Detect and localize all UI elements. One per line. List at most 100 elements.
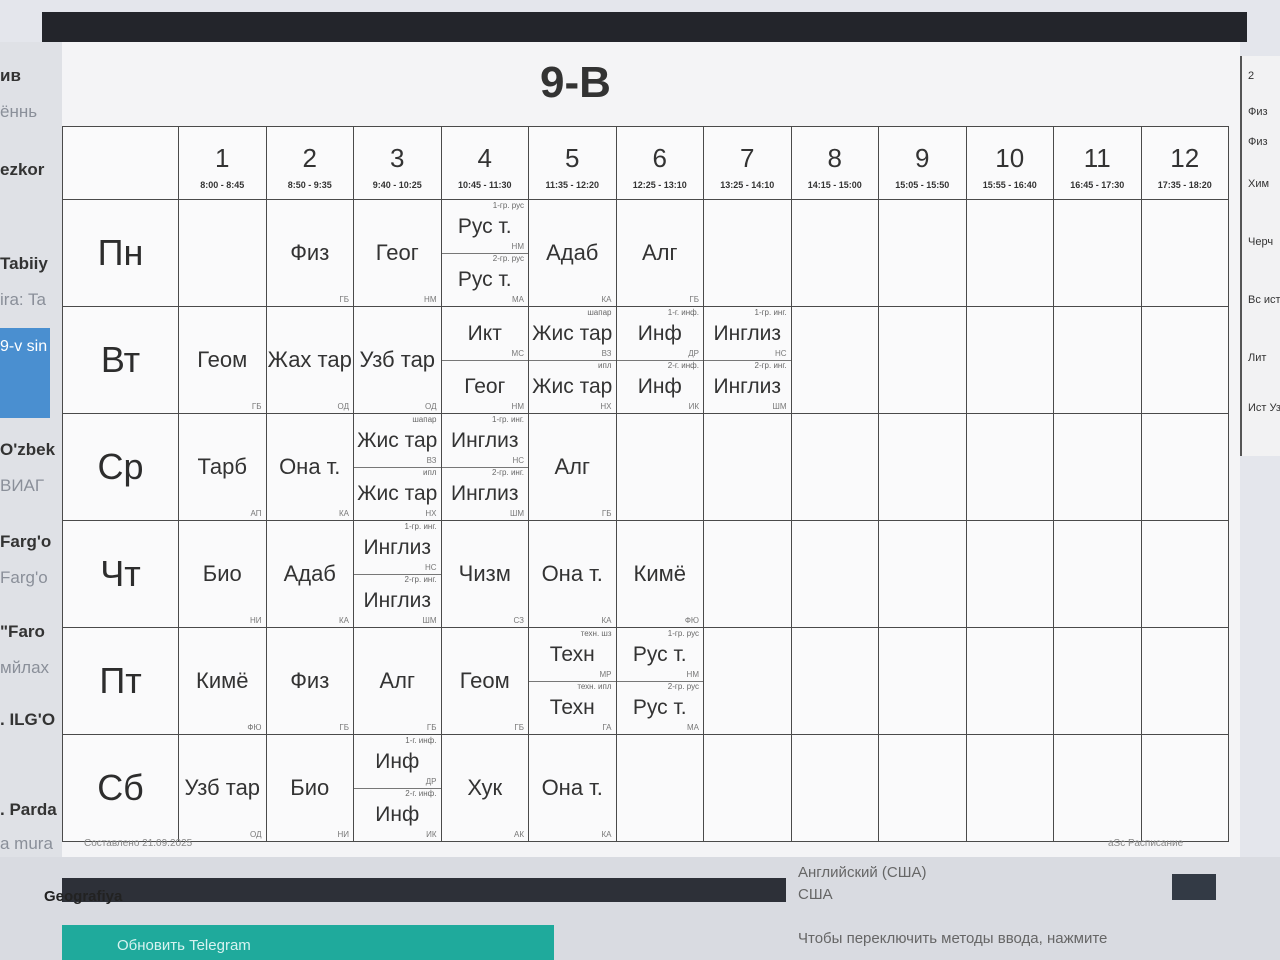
day-row-thu: Чт Био НИ Адаб КА 1-гр. инг. Инглиз НС 2-гр.…	[62, 520, 1229, 628]
empty-cell	[1140, 520, 1229, 628]
empty-cell	[703, 520, 792, 628]
lesson-cell: Био НИ	[178, 520, 267, 628]
lesson-cell: Геом ГБ	[178, 306, 267, 414]
side-timetable-preview: 2 Физ Физ Хим Черч Вс ист Лит Ист Узб	[1240, 56, 1280, 456]
split-lesson-cell: Икт МС Геог НМ	[440, 306, 529, 414]
chat-item-text[interactable]: . ILG'O	[0, 710, 55, 730]
empty-cell	[965, 627, 1054, 735]
empty-cell	[1053, 199, 1142, 307]
day-row-sat: Сб Узб тар ОД Био НИ 1-г. инф. Инф ДР 2-г. и…	[62, 734, 1229, 842]
split-lesson-cell: 1-гр. инг. Инглиз НС 2-гр. инг. Инглиз ШМ	[703, 306, 792, 414]
empty-cell	[615, 734, 704, 842]
top-bar	[42, 12, 1247, 42]
split-lesson-cell: 1-г. инф. Инф ДР 2-г. инф. Инф ИК	[615, 306, 704, 414]
download-progress-bar	[62, 878, 786, 902]
lesson-cell: Адаб КА	[528, 199, 617, 307]
input-language[interactable]: Английский (США)	[798, 864, 927, 881]
empty-cell	[965, 413, 1054, 521]
day-label: Вт	[62, 306, 179, 414]
chat-item-text: ira: Ta	[0, 290, 46, 309]
chat-item-text: ив	[0, 66, 21, 85]
lesson-cell: Чизм СЗ	[440, 520, 529, 628]
selected-chat-item[interactable]: 9-v sin	[0, 328, 50, 418]
page-title: 9-В	[540, 58, 611, 107]
empty-cell	[878, 413, 967, 521]
chat-item-text: ВИАГ	[0, 476, 45, 495]
period-header: 11 16:45 - 17:30	[1053, 126, 1142, 200]
lesson-cell: Физ ГБ	[265, 199, 354, 307]
empty-cell	[965, 199, 1054, 307]
period-header: 1 8:00 - 8:45	[178, 126, 267, 200]
day-label: Ср	[62, 413, 179, 521]
empty-cell	[1053, 627, 1142, 735]
empty-cell	[790, 413, 879, 521]
period-header: 12 17:35 - 18:20	[1140, 126, 1229, 200]
chat-item-text[interactable]: . Parda	[0, 800, 57, 820]
empty-cell	[790, 306, 879, 414]
empty-cell	[965, 520, 1054, 628]
chat-item-text[interactable]: "Faro	[0, 622, 45, 642]
lesson-cell: Узб тар ОД	[178, 734, 267, 842]
lesson-cell: Адаб КА	[265, 520, 354, 628]
background-chat-list: ив ённь ezkor Tabiiy ira: Ta 9-v sin O'z…	[0, 42, 62, 960]
empty-cell	[1053, 520, 1142, 628]
empty-cell	[965, 306, 1054, 414]
split-lesson-cell: шапар Жис тар ВЗ ипл Жис тар НХ	[353, 413, 442, 521]
lesson-cell: Кимё ФЮ	[178, 627, 267, 735]
split-lesson-cell: 1-гр. инг. Инглиз НС 2-гр. инг. Инглиз ШМ	[440, 413, 529, 521]
period-header: 4 10:45 - 11:30	[440, 126, 529, 200]
chat-item-text[interactable]: Tabiiy	[0, 254, 48, 274]
lesson-cell: Тарб АП	[178, 413, 267, 521]
period-header: 7 13:25 - 14:10	[703, 126, 792, 200]
empty-cell	[1140, 306, 1229, 414]
lesson-cell: Кимё ФЮ	[615, 520, 704, 628]
split-lesson-cell: 1-гр. рус Рус т. НМ 2-гр. рус Рус т. МА	[615, 627, 704, 735]
empty-cell	[1053, 413, 1142, 521]
empty-cell	[178, 199, 267, 307]
chat-item-text[interactable]: ezkor	[0, 160, 44, 180]
timetable-grid: 1 8:00 - 8:45 2 8:50 - 9:35 3 9:40 - 10:25 …	[62, 126, 1229, 842]
empty-cell	[878, 306, 967, 414]
lesson-cell: Она т. КА	[528, 520, 617, 628]
day-row-tue: Вт Геом ГБ Жах тар ОД Узб тар ОД Икт МС Геог…	[62, 306, 1229, 414]
corner-cell	[62, 126, 179, 200]
empty-cell	[790, 520, 879, 628]
empty-cell	[703, 627, 792, 735]
period-header: 3 9:40 - 10:25	[353, 126, 442, 200]
empty-cell	[703, 199, 792, 307]
language-switch-button[interactable]	[1172, 874, 1216, 900]
chat-item-text[interactable]: Farg'o	[0, 532, 51, 552]
split-lesson-cell: техн. шз Техн МР техн. ипл Техн ГА	[528, 627, 617, 735]
day-row-fri: Пт Кимё ФЮ Физ ГБ Алг ГБ Геом ГБ техн. шз Тех…	[62, 627, 1229, 735]
day-label: Пн	[62, 199, 179, 307]
split-lesson-cell: шапар Жис тар ВЗ ипл Жис тар НХ	[528, 306, 617, 414]
lesson-cell: Био НИ	[265, 734, 354, 842]
lesson-cell: Она т. КА	[265, 413, 354, 521]
empty-cell	[790, 627, 879, 735]
update-telegram-button[interactable]: Обновить Telegram	[62, 925, 554, 960]
day-label: Сб	[62, 734, 179, 842]
empty-cell	[1140, 734, 1229, 842]
chat-item-text[interactable]: O'zbek	[0, 440, 55, 460]
period-header: 6 12:25 - 13:10	[615, 126, 704, 200]
empty-cell	[878, 199, 967, 307]
period-header: 2 8:50 - 9:35	[265, 126, 354, 200]
empty-cell	[703, 413, 792, 521]
split-lesson-cell: 1-г. инф. Инф ДР 2-г. инф. Инф ИК	[353, 734, 442, 842]
chat-item-text: a mura	[0, 834, 53, 853]
empty-cell	[1140, 199, 1229, 307]
empty-cell	[1140, 627, 1229, 735]
lesson-cell: Алг ГБ	[353, 627, 442, 735]
lesson-cell: Геог НМ	[353, 199, 442, 307]
chat-item-text: мйлах	[0, 658, 50, 677]
empty-cell	[878, 520, 967, 628]
empty-cell	[1140, 413, 1229, 521]
progress-label: Geografiya	[44, 888, 123, 905]
day-row-wed: Ср Тарб АП Она т. КА шапар Жис тар ВЗ ипл Жис…	[62, 413, 1229, 521]
period-header-row: 1 8:00 - 8:45 2 8:50 - 9:35 3 9:40 - 10:25 …	[62, 126, 1229, 200]
period-header: 8 14:15 - 15:00	[790, 126, 879, 200]
empty-cell	[790, 734, 879, 842]
chat-item-text: Farg'o	[0, 568, 48, 587]
lesson-cell: Жах тар ОД	[265, 306, 354, 414]
empty-cell	[965, 734, 1054, 842]
